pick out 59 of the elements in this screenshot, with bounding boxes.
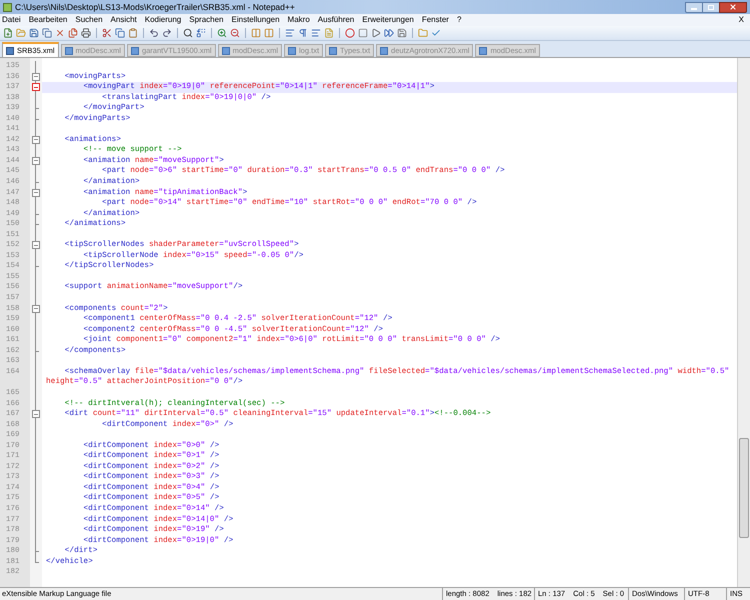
spell-check-icon[interactable] — [431, 28, 441, 38]
print-icon[interactable] — [81, 28, 91, 38]
menu-item[interactable]: Sprachen — [189, 14, 224, 26]
menu-item[interactable]: Bearbeiten — [28, 14, 68, 26]
menu-item[interactable]: ? — [456, 14, 462, 26]
fold-toggle-icon[interactable] — [32, 410, 40, 418]
menu-item[interactable]: Makro — [288, 14, 310, 26]
pilcrow-icon[interactable] — [298, 28, 308, 38]
save-all-icon[interactable] — [42, 28, 52, 38]
fold-toggle-icon[interactable] — [32, 83, 40, 92]
indent-guide-icon[interactable] — [311, 28, 321, 38]
close-button[interactable] — [719, 2, 747, 12]
menu-item[interactable]: Datei — [2, 14, 21, 26]
maximize-icon — [708, 4, 714, 10]
zoom-out-icon[interactable] — [230, 28, 240, 38]
menu-item[interactable]: Suchen — [75, 14, 103, 26]
paste-icon[interactable] — [128, 28, 138, 38]
scrollbar-thumb[interactable] — [739, 438, 749, 538]
maximize-button[interactable] — [703, 2, 719, 12]
fold-toggle-icon[interactable] — [32, 156, 40, 165]
open-folder-icon[interactable] — [16, 28, 26, 38]
play-icon[interactable] — [371, 28, 381, 38]
zoom-in-icon[interactable] — [217, 28, 227, 38]
minimize-button[interactable] — [685, 2, 703, 12]
fold-toggle-icon[interactable] — [32, 188, 40, 197]
menu-item[interactable]: Erweiterungen — [362, 14, 414, 26]
search-icon[interactable] — [183, 28, 193, 38]
folder-icon[interactable] — [418, 28, 428, 38]
redo-icon[interactable] — [162, 28, 172, 38]
copy-icon[interactable] — [115, 28, 125, 38]
close-document-button[interactable]: X — [738, 14, 744, 26]
menu-item[interactable]: Einstellungen — [232, 14, 280, 26]
minimize-icon — [691, 8, 697, 10]
close-icon[interactable] — [55, 28, 65, 38]
record-icon[interactable] — [345, 28, 355, 38]
menu-item[interactable]: Ansicht — [110, 14, 137, 26]
sync-horizontal-icon[interactable] — [264, 28, 274, 38]
undo-icon[interactable] — [149, 28, 159, 38]
app-icon — [3, 2, 12, 12]
new-file-icon[interactable] — [3, 28, 13, 38]
window-title: C:\Users\Nils\Desktop\LS13-Mods\KroegerTrailer\SRB35.xml - Notepad++ — [15, 0, 295, 14]
editor-pane[interactable] — [0, 58, 737, 587]
save-macro-icon[interactable] — [397, 28, 407, 38]
replace-icon[interactable] — [196, 28, 206, 38]
close-icon — [729, 3, 737, 11]
cut-icon[interactable] — [102, 28, 112, 38]
fold-toggle-icon[interactable] — [32, 136, 40, 144]
menu-item[interactable]: Fenster — [422, 14, 449, 26]
close-all-icon[interactable] — [68, 28, 78, 38]
fold-toggle-icon[interactable] — [32, 241, 40, 250]
stop-icon[interactable] — [358, 28, 368, 38]
vertical-scrollbar[interactable] — [737, 58, 750, 587]
fold-toggle-icon[interactable] — [32, 304, 40, 313]
run-multiple-icon[interactable] — [384, 28, 394, 38]
sync-vertical-icon[interactable] — [251, 28, 261, 38]
fold-toggle-icon[interactable] — [32, 72, 40, 81]
menu-item[interactable]: Kodierung — [144, 14, 182, 26]
menu-item[interactable]: Ausführen — [318, 14, 354, 26]
word-wrap-icon[interactable] — [285, 28, 295, 38]
